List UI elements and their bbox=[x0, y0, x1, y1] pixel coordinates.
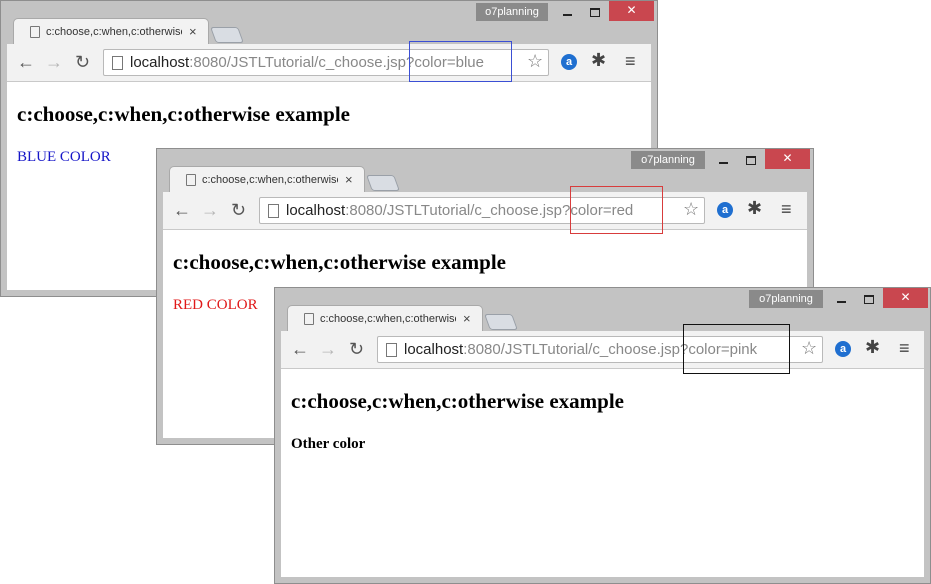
back-icon[interactable]: ← bbox=[17, 52, 35, 72]
minimize-button[interactable] bbox=[829, 290, 853, 308]
extension-bug-icon[interactable]: ✱ bbox=[747, 198, 762, 219]
close-button[interactable] bbox=[609, 1, 654, 21]
minimize-button[interactable] bbox=[555, 3, 579, 21]
maximize-button[interactable] bbox=[583, 3, 607, 21]
minimize-button[interactable] bbox=[711, 151, 735, 169]
profile-badge[interactable]: o7planning bbox=[631, 151, 705, 169]
browser-toolbar: ← → ↻ localhost:8080/JSTLTutorial/c_choo… bbox=[281, 331, 924, 369]
browser-tab[interactable]: c:choose,c:when,c:otherwise example × bbox=[169, 166, 365, 193]
color-message: RED COLOR bbox=[173, 297, 258, 313]
reload-icon[interactable]: ↻ bbox=[75, 52, 90, 72]
new-tab-button[interactable] bbox=[366, 175, 400, 191]
color-message: BLUE COLOR bbox=[17, 149, 111, 165]
browser-tab[interactable]: c:choose,c:when,c:otherwise example × bbox=[13, 18, 209, 45]
document-icon bbox=[186, 174, 196, 186]
menu-icon[interactable]: ≡ bbox=[899, 338, 910, 359]
back-icon[interactable]: ← bbox=[291, 339, 309, 359]
extension-a-icon[interactable]: a bbox=[835, 341, 851, 357]
tab-title: c:choose,c:when,c:otherwise example bbox=[202, 174, 338, 186]
tab-close-icon[interactable]: × bbox=[189, 24, 197, 39]
new-tab-button[interactable] bbox=[210, 27, 244, 43]
profile-badge[interactable]: o7planning bbox=[749, 290, 823, 308]
forward-icon[interactable]: → bbox=[45, 52, 63, 72]
document-icon bbox=[304, 313, 314, 325]
back-icon[interactable]: ← bbox=[173, 200, 191, 220]
maximize-button[interactable] bbox=[857, 290, 881, 308]
tab-close-icon[interactable]: × bbox=[345, 172, 353, 187]
star-icon[interactable]: ☆ bbox=[683, 199, 699, 220]
forward-icon[interactable]: → bbox=[319, 339, 337, 359]
url-host: localhost bbox=[404, 341, 464, 358]
extension-a-icon[interactable]: a bbox=[717, 202, 733, 218]
tab-title: c:choose,c:when,c:otherwise example bbox=[46, 26, 182, 38]
extension-bug-icon[interactable]: ✱ bbox=[865, 337, 880, 358]
color-message: Other color bbox=[291, 436, 366, 452]
page-icon bbox=[112, 56, 123, 70]
browser-toolbar: ← → ↻ localhost:8080/JSTLTutorial/c_choo… bbox=[163, 192, 807, 230]
browser-toolbar: ← → ↻ localhost:8080/JSTLTutorial/c_choo… bbox=[7, 44, 651, 82]
extension-bug-icon[interactable]: ✱ bbox=[591, 50, 606, 71]
profile-badge[interactable]: o7planning bbox=[476, 3, 548, 21]
close-button[interactable] bbox=[883, 288, 928, 308]
query-highlight-box-red bbox=[570, 186, 663, 234]
forward-icon[interactable]: → bbox=[201, 200, 219, 220]
close-button[interactable] bbox=[765, 149, 810, 169]
star-icon[interactable]: ☆ bbox=[527, 51, 543, 72]
menu-icon[interactable]: ≡ bbox=[625, 51, 636, 72]
page-icon bbox=[386, 343, 397, 357]
tab-title: c:choose,c:when,c:otherwise example bbox=[320, 313, 456, 325]
query-highlight-box-blue bbox=[409, 41, 512, 82]
page-heading: c:choose,c:when,c:otherwise example bbox=[173, 250, 506, 274]
query-highlight-box-black bbox=[683, 324, 790, 374]
document-icon bbox=[30, 26, 40, 38]
tab-close-icon[interactable]: × bbox=[463, 311, 471, 326]
maximize-button[interactable] bbox=[739, 151, 763, 169]
page-content: c:choose,c:when,c:otherwise example Othe… bbox=[281, 369, 924, 577]
new-tab-button[interactable] bbox=[484, 314, 518, 330]
star-icon[interactable]: ☆ bbox=[801, 338, 817, 359]
reload-icon[interactable]: ↻ bbox=[349, 339, 364, 359]
browser-tab[interactable]: c:choose,c:when,c:otherwise example × bbox=[287, 305, 483, 332]
url-host: localhost bbox=[130, 54, 190, 71]
url-host: localhost bbox=[286, 202, 346, 219]
extension-a-icon[interactable]: a bbox=[561, 54, 577, 70]
reload-icon[interactable]: ↻ bbox=[231, 200, 246, 220]
page-heading: c:choose,c:when,c:otherwise example bbox=[291, 389, 624, 413]
menu-icon[interactable]: ≡ bbox=[781, 199, 792, 220]
page-icon bbox=[268, 204, 279, 218]
page-heading: c:choose,c:when,c:otherwise example bbox=[17, 102, 350, 126]
browser-window-pink: o7planning c:choose,c:when,c:otherwise e… bbox=[274, 287, 931, 584]
